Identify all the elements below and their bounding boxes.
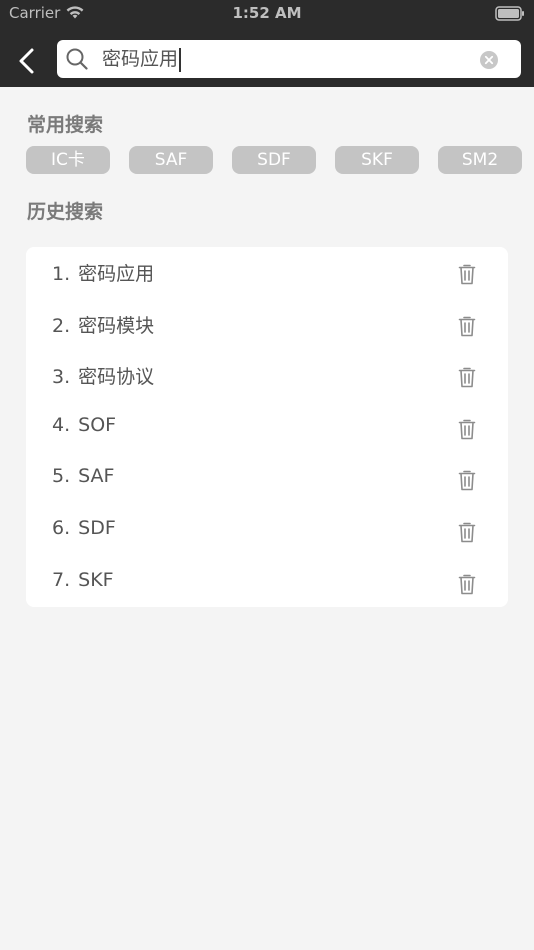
- status-time: 1:52 AM: [232, 4, 302, 22]
- search-input[interactable]: 密码应用: [102, 40, 181, 78]
- history-item-index: 7.: [52, 568, 71, 591]
- top-bar: Carrier 1:52 AM 密码应用: [0, 0, 534, 87]
- search-input-value: 密码应用: [102, 48, 179, 70]
- tag-skf[interactable]: SKF: [335, 146, 419, 174]
- history-item-index: 1.: [52, 263, 71, 285]
- history-item: 5. SAF: [26, 453, 508, 505]
- history-item-label: 密码模块: [78, 314, 155, 337]
- history-item-text[interactable]: 4. SOF: [52, 414, 116, 436]
- history-item-label: 密码应用: [78, 263, 155, 285]
- history-item: 7. SKF: [26, 557, 508, 609]
- search-box[interactable]: 密码应用: [57, 40, 521, 78]
- history-item: 6. SDF: [26, 505, 508, 557]
- back-button[interactable]: [14, 46, 42, 76]
- status-bar: Carrier 1:52 AM: [0, 0, 534, 28]
- history-item-index: 2.: [52, 314, 71, 337]
- history-item-text[interactable]: 7. SKF: [52, 569, 114, 591]
- history-item-label: SOF: [78, 413, 117, 436]
- trash-icon[interactable]: [457, 366, 477, 388]
- history-item-label: SKF: [78, 568, 114, 591]
- history-item-index: 4.: [52, 413, 71, 436]
- tag-saf[interactable]: SAF: [129, 146, 213, 174]
- history-item: 2. 密码模块: [26, 299, 508, 351]
- trash-icon[interactable]: [457, 521, 477, 543]
- text-caret: [179, 47, 181, 72]
- history-item-index: 6.: [52, 517, 71, 539]
- common-search-tags: IC卡 SAF SDF SKF SM2: [26, 146, 526, 174]
- trash-icon[interactable]: [457, 315, 477, 337]
- common-search-title: 常用搜索: [27, 114, 104, 136]
- trash-icon[interactable]: [457, 418, 477, 440]
- trash-icon[interactable]: [457, 263, 477, 285]
- history-item: 3. 密码协议: [26, 350, 508, 402]
- tag-sm2[interactable]: SM2: [438, 146, 522, 174]
- history-item-index: 5.: [52, 465, 71, 488]
- clear-icon[interactable]: [480, 51, 498, 69]
- history-item-text[interactable]: 6. SDF: [52, 517, 116, 539]
- history-item-text[interactable]: 3. 密码协议: [52, 362, 154, 389]
- trash-icon[interactable]: [457, 469, 477, 491]
- history-item-label: SAF: [78, 465, 115, 488]
- battery-icon: [495, 6, 524, 21]
- tag-sdf[interactable]: SDF: [232, 146, 316, 174]
- trash-icon[interactable]: [457, 573, 477, 595]
- search-icon: [66, 48, 88, 70]
- history-item-label: SDF: [78, 517, 116, 539]
- history-item-text[interactable]: 1. 密码应用: [52, 259, 154, 286]
- history-list: 1. 密码应用 2. 密码模块 3. 密码协议 4. SOF 5. SAF 6.…: [26, 247, 508, 607]
- history-item-index: 3.: [52, 366, 71, 389]
- history-item: 1. 密码应用: [26, 247, 508, 299]
- tag-ic-card[interactable]: IC卡: [26, 146, 110, 174]
- history-item-text[interactable]: 5. SAF: [52, 465, 114, 487]
- history-search-title: 历史搜索: [27, 201, 104, 223]
- history-item-label: 密码协议: [78, 366, 155, 389]
- history-item: 4. SOF: [26, 402, 508, 454]
- history-item-text[interactable]: 2. 密码模块: [52, 311, 154, 338]
